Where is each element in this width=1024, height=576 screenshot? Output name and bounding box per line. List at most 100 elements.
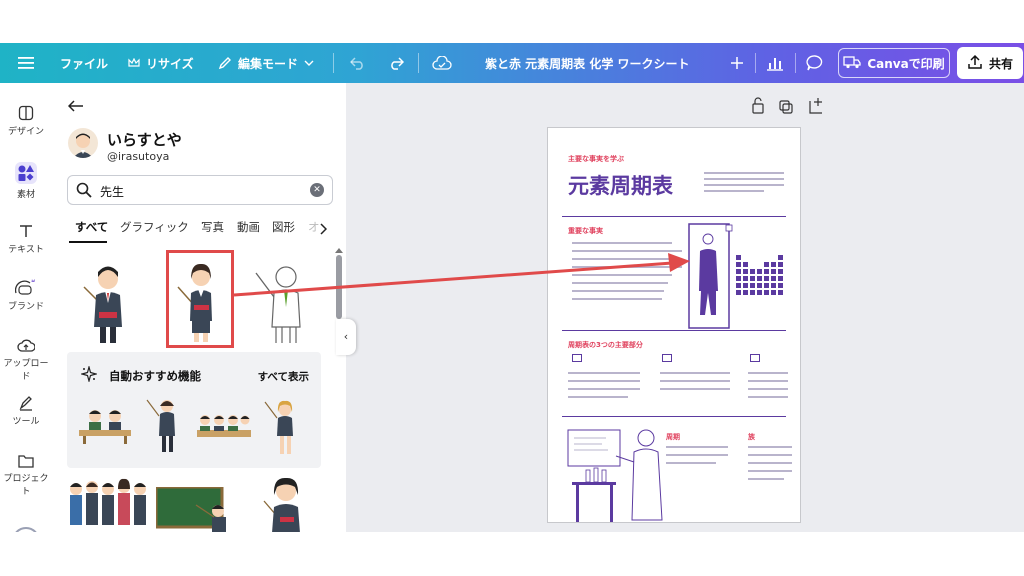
teacher-blonde-thumbnail[interactable] <box>263 396 303 462</box>
clear-search-icon[interactable]: ✕ <box>310 183 324 197</box>
tab-more[interactable]: オ <box>308 219 320 235</box>
worksheet-page[interactable]: 主要な事実を学ぶ 元素周期表 重要な事実 周期表の3つの主要部分 周期 族 <box>547 127 801 523</box>
students-desk-thumbnail[interactable] <box>77 402 133 450</box>
creator-avatar[interactable] <box>68 128 98 158</box>
edit-mode-label: 編集モード <box>238 56 299 71</box>
text-block <box>666 462 716 464</box>
comment-icon[interactable] <box>806 43 824 83</box>
file-menu[interactable]: ファイル <box>60 43 108 83</box>
bullet-line <box>572 266 682 268</box>
search-icon <box>76 182 92 202</box>
chalkboard-thumbnail[interactable] <box>154 485 236 532</box>
teacher-man-thumbnail[interactable] <box>76 257 136 351</box>
text-block <box>568 396 628 398</box>
print-button[interactable]: Canvaで印刷 <box>838 48 950 78</box>
text-block <box>748 470 792 472</box>
search-input[interactable]: 先生 ✕ <box>67 175 333 205</box>
divider <box>795 53 796 73</box>
classroom-thumbnail[interactable] <box>195 410 253 448</box>
text-block <box>660 388 730 390</box>
menu-icon[interactable] <box>18 43 34 83</box>
redo-icon[interactable] <box>388 43 404 83</box>
doc-title: 元素周期表 <box>568 174 673 198</box>
chevron-right-icon[interactable] <box>319 220 328 239</box>
resize-button[interactable]: リサイズ <box>128 43 194 83</box>
text-block <box>568 380 640 382</box>
text-block <box>748 372 788 374</box>
teachers-group-thumbnail[interactable] <box>66 473 148 532</box>
teacher-pointing-thumbnail[interactable] <box>145 392 185 460</box>
text-block <box>748 462 792 464</box>
rail-item-label: テキスト <box>8 245 44 255</box>
chevron-down-icon <box>304 59 314 67</box>
rail-item-tools[interactable]: ツール <box>0 395 52 427</box>
text-block <box>748 396 788 398</box>
divider-rule <box>562 416 786 417</box>
text-block <box>704 172 784 174</box>
icon-box <box>662 354 672 362</box>
icon-box <box>750 354 760 362</box>
edit-mode-dropdown[interactable]: 編集モード <box>218 43 314 83</box>
selected-figure-and-table[interactable] <box>688 223 792 331</box>
share-button-label: 共有 <box>988 56 1013 71</box>
cloud-save-icon[interactable] <box>432 43 452 83</box>
bullet-line <box>572 290 664 292</box>
sparkle-icon <box>79 364 99 386</box>
draw-tool-icon <box>19 396 32 411</box>
recommendations-title: 自動おすすめ機能 <box>109 369 201 383</box>
see-all-link[interactable]: すべて表示 <box>258 369 309 384</box>
share-button[interactable]: 共有 <box>957 47 1023 79</box>
bullet-line <box>572 298 662 300</box>
back-arrow-icon[interactable] <box>67 97 84 116</box>
creator-name[interactable]: いらすとや <box>107 129 182 150</box>
add-page-icon[interactable] <box>730 43 744 83</box>
divider-rule <box>562 330 786 331</box>
recommendations-section: 自動おすすめ機能 すべて表示 <box>67 352 321 468</box>
filter-tabs: すべて グラフィック 写真 動画 図形 オ <box>67 219 337 241</box>
tab-graphics[interactable]: グラフィック <box>120 219 189 235</box>
text-block <box>660 380 730 382</box>
tab-shapes[interactable]: 図形 <box>272 219 295 235</box>
scrollbar-thumb[interactable] <box>336 255 342 319</box>
divider <box>333 53 334 73</box>
rail-item-elements[interactable]: 素材 <box>0 162 52 200</box>
teacher-woman-smiling-thumbnail[interactable] <box>260 475 308 532</box>
text-block <box>704 184 784 186</box>
undo-icon[interactable] <box>350 43 366 83</box>
outline-figure-thumbnail[interactable] <box>250 255 312 351</box>
rail-item-brand[interactable]: ブランド <box>0 278 52 312</box>
creator-handle: @irasutoya <box>107 150 170 163</box>
bullet-line <box>572 282 668 284</box>
text-block <box>666 454 728 456</box>
text-block <box>660 372 730 374</box>
text-block <box>748 380 788 382</box>
lock-icon[interactable] <box>752 97 764 114</box>
top-bar: ファイル リサイズ 編集モード 紫と赤 元素周期表 化学 ワークシート Canv… <box>0 43 1024 83</box>
document-title-text: 紫と赤 元素周期表 化学 ワークシート <box>485 56 690 71</box>
collapse-panel-handle[interactable]: ‹ <box>336 319 356 355</box>
scroll-up-arrow[interactable] <box>335 248 343 253</box>
canva-editor: ファイル リサイズ 編集モード 紫と赤 元素周期表 化学 ワークシート Canv… <box>0 43 1024 532</box>
active-tab-underline <box>69 241 107 243</box>
folder-icon <box>18 455 34 468</box>
analytics-icon[interactable] <box>766 43 784 83</box>
document-title[interactable]: 紫と赤 元素周期表 化学 ワークシート <box>485 43 690 83</box>
rail-item-text[interactable]: テキスト <box>0 223 52 255</box>
text-block <box>666 446 728 448</box>
elements-panel: いらすとや @irasutoya 先生 ✕ すべて グラフィック 写真 動画 図… <box>52 83 346 532</box>
rail-item-uploads[interactable]: アップロード <box>0 337 52 382</box>
profile-avatar[interactable] <box>12 527 40 532</box>
tab-videos[interactable]: 動画 <box>237 219 260 235</box>
rail-item-label: アップロード <box>3 359 49 382</box>
group-heading: 族 <box>748 433 755 441</box>
add-page-icon[interactable] <box>809 98 822 114</box>
duplicate-page-icon[interactable] <box>779 100 793 114</box>
rail-item-design[interactable]: デザイン <box>0 105 52 137</box>
tab-photos[interactable]: 写真 <box>201 219 224 235</box>
bullet-line <box>572 242 672 244</box>
rail-item-projects[interactable]: プロジェクト <box>0 454 52 497</box>
brand-icon <box>15 279 35 295</box>
text-block <box>568 388 640 390</box>
icon-box <box>572 354 582 362</box>
tab-all[interactable]: すべて <box>75 219 108 235</box>
